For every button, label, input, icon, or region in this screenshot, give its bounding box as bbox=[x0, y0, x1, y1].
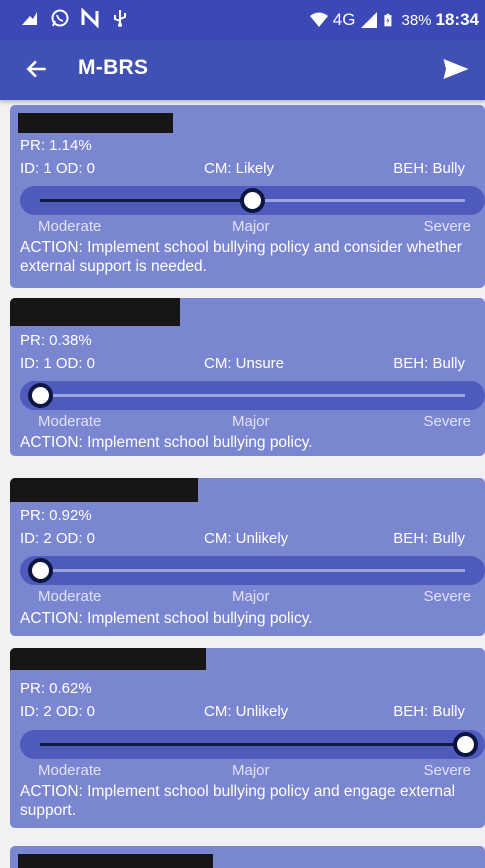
scale-labels: Moderate Major Severe bbox=[20, 588, 471, 606]
redacted-name bbox=[18, 854, 213, 868]
id-od-value: ID: 2 OD: 0 bbox=[20, 530, 96, 547]
pr-value: PR: 1.14% bbox=[20, 137, 92, 154]
pr-value: PR: 0.38% bbox=[20, 332, 92, 349]
send-icon[interactable] bbox=[441, 54, 471, 84]
slider-track bbox=[40, 569, 465, 572]
arrow-back-icon[interactable] bbox=[24, 56, 50, 82]
pr-value: PR: 0.92% bbox=[20, 507, 92, 524]
page-title: M-BRS bbox=[78, 56, 149, 79]
scale-label-moderate: Moderate bbox=[38, 588, 102, 605]
beh-value: BEH: Bully bbox=[393, 703, 465, 720]
result-card[interactable]: PR: 1.14% ID: 1 OD: 0 CM: Likely BEH: Bu… bbox=[10, 105, 485, 288]
redacted-name bbox=[10, 478, 198, 502]
slider-thumb[interactable] bbox=[240, 188, 265, 213]
slider-track bbox=[40, 394, 465, 397]
slider-fill bbox=[40, 743, 465, 746]
stats-row: ID: 1 OD: 0 CM: Likely BEH: Bully bbox=[20, 160, 465, 180]
pr-value: PR: 0.62% bbox=[20, 680, 92, 697]
status-bar: 4G 38% 18:34 bbox=[0, 0, 485, 40]
signal-icon bbox=[361, 12, 378, 28]
slider-thumb[interactable] bbox=[27, 383, 53, 408]
stats-row: ID: 2 OD: 0 CM: Unlikely BEH: Bully bbox=[20, 703, 465, 723]
battery-icon bbox=[384, 13, 392, 27]
scale-label-severe: Severe bbox=[423, 218, 471, 235]
stats-row: ID: 1 OD: 0 CM: Unsure BEH: Bully bbox=[20, 355, 465, 375]
beh-value: BEH: Bully bbox=[393, 355, 465, 372]
result-card-partial[interactable] bbox=[10, 846, 485, 868]
slider-thumb[interactable] bbox=[27, 558, 53, 583]
severity-slider[interactable] bbox=[20, 186, 485, 215]
action-text: ACTION: Implement school bullying policy… bbox=[20, 434, 313, 451]
id-od-value: ID: 1 OD: 0 bbox=[20, 355, 96, 372]
scale-labels: Moderate Major Severe bbox=[20, 218, 471, 236]
battery-percent: 38% bbox=[401, 11, 432, 29]
scale-label-severe: Severe bbox=[423, 413, 471, 430]
redacted-name bbox=[18, 113, 173, 133]
scale-label-major: Major bbox=[232, 762, 270, 779]
result-card[interactable]: PR: 0.62% ID: 2 OD: 0 CM: Unlikely BEH: … bbox=[10, 648, 485, 828]
whatsapp-icon bbox=[51, 9, 69, 27]
slider-fill bbox=[40, 199, 253, 202]
scale-label-severe: Severe bbox=[423, 588, 471, 605]
scale-labels: Moderate Major Severe bbox=[20, 762, 471, 780]
scale-label-moderate: Moderate bbox=[38, 218, 102, 235]
cm-value: CM: Unlikely bbox=[204, 530, 289, 547]
scale-label-major: Major bbox=[232, 218, 270, 235]
notification-icon bbox=[22, 12, 37, 25]
action-text: ACTION: Implement school bullying policy… bbox=[20, 783, 456, 819]
slider-thumb[interactable] bbox=[452, 732, 478, 757]
scale-label-major: Major bbox=[232, 413, 270, 430]
action-text: ACTION: Implement school bullying policy… bbox=[20, 610, 313, 627]
beh-value: BEH: Bully bbox=[393, 530, 465, 547]
id-od-value: ID: 1 OD: 0 bbox=[20, 160, 96, 177]
redacted-name bbox=[10, 648, 206, 670]
usb-icon bbox=[114, 10, 126, 27]
scale-label-moderate: Moderate bbox=[38, 762, 102, 779]
stats-row: ID: 2 OD: 0 CM: Unlikely BEH: Bully bbox=[20, 530, 465, 550]
scale-label-severe: Severe bbox=[423, 762, 471, 779]
cm-value: CM: Unlikely bbox=[204, 703, 289, 720]
clock: 18:34 bbox=[435, 10, 479, 29]
scale-labels: Moderate Major Severe bbox=[20, 413, 471, 431]
severity-slider[interactable] bbox=[20, 730, 485, 759]
severity-slider[interactable] bbox=[20, 556, 485, 585]
app-bar: M-BRS bbox=[0, 40, 485, 100]
cm-value: CM: Likely bbox=[204, 160, 275, 177]
severity-slider[interactable] bbox=[20, 381, 485, 410]
wifi-icon bbox=[309, 12, 328, 27]
id-od-value: ID: 2 OD: 0 bbox=[20, 703, 96, 720]
scale-label-moderate: Moderate bbox=[38, 413, 102, 430]
cm-value: CM: Unsure bbox=[204, 355, 285, 372]
action-text: ACTION: Implement school bullying policy… bbox=[20, 239, 462, 275]
result-card[interactable]: PR: 0.92% ID: 2 OD: 0 CM: Unlikely BEH: … bbox=[10, 478, 485, 636]
scale-label-major: Major bbox=[232, 588, 270, 605]
beh-value: BEH: Bully bbox=[393, 160, 465, 177]
n-icon bbox=[81, 8, 99, 28]
redacted-name bbox=[10, 298, 180, 326]
network-type: 4G bbox=[332, 10, 356, 29]
result-card[interactable]: PR: 0.38% ID: 1 OD: 0 CM: Unsure BEH: Bu… bbox=[10, 298, 485, 456]
